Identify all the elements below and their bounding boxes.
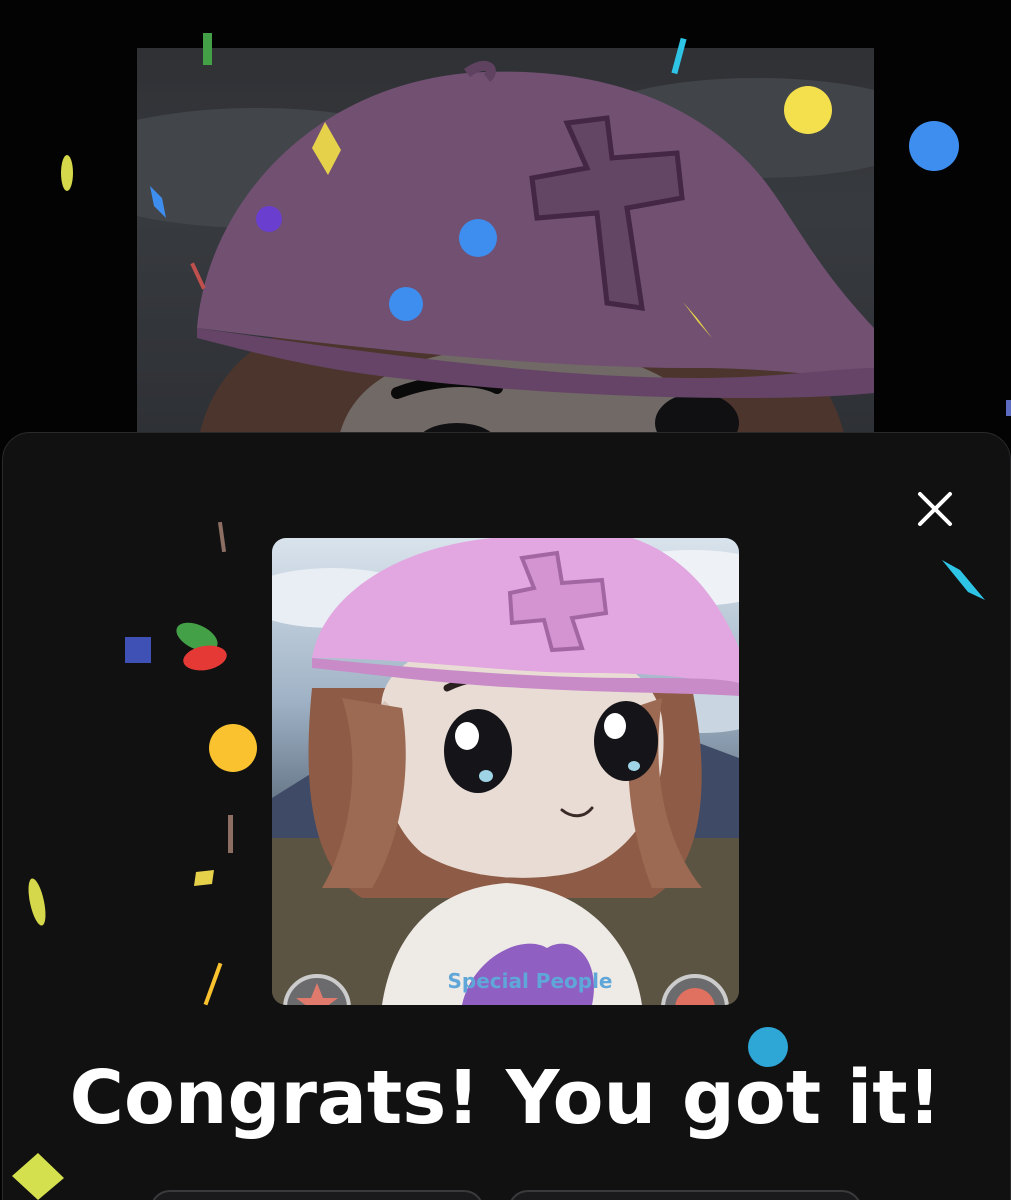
close-button[interactable] bbox=[912, 486, 958, 532]
confetti-piece bbox=[61, 155, 73, 191]
secondary-action-button[interactable] bbox=[150, 1190, 484, 1200]
close-icon bbox=[918, 492, 952, 526]
avatar-image: Special People bbox=[272, 538, 739, 1005]
congrats-headline: Congrats! You got it! bbox=[69, 1055, 942, 1141]
reward-screen: Special People Congrats! You got it! bbox=[0, 0, 1011, 1200]
avatar-illustration: Special People bbox=[272, 538, 739, 1005]
background-avatar-preview bbox=[137, 48, 874, 448]
confetti-piece bbox=[1006, 400, 1011, 416]
shirt-logo-text: Special People bbox=[447, 969, 612, 993]
primary-action-button[interactable] bbox=[508, 1190, 862, 1200]
confetti-piece bbox=[909, 121, 959, 171]
